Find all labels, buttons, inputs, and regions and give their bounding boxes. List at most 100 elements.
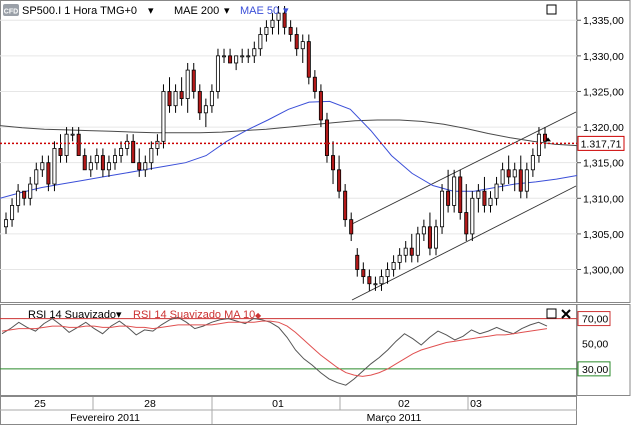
candle-body xyxy=(4,219,9,228)
current-price-tag: 1.317,71 xyxy=(577,135,625,151)
candle-body xyxy=(234,55,239,64)
candle-body xyxy=(440,190,445,228)
rsi-ma-label[interactable]: RSI 14 Suavizado MA 10 xyxy=(133,309,255,321)
candle-body xyxy=(379,276,384,285)
candle-body xyxy=(252,48,257,57)
candle xyxy=(458,169,463,220)
candle-body xyxy=(58,148,63,156)
candle-body xyxy=(52,148,57,185)
rsi-ma-menu-icon[interactable]: ◆ xyxy=(255,311,262,320)
price-tick-label: 1,330,00 xyxy=(583,51,624,63)
candle-body xyxy=(482,190,487,206)
candle-body xyxy=(215,55,220,92)
candle-body xyxy=(179,91,184,99)
candle-body xyxy=(306,41,311,78)
candle-body xyxy=(494,183,499,199)
instrument-label[interactable]: SP500.I 1 Hora TMG+0 xyxy=(22,5,137,17)
trading-chart: 1,335,00 1,330,00 1,325,00 1,320,00 1,315,00… xyxy=(0,0,631,425)
candle-body xyxy=(76,133,81,156)
candle-body xyxy=(70,133,75,136)
month-label: Fevereiro 2011 xyxy=(70,412,140,424)
current-price-value: 1.317,71 xyxy=(581,138,622,150)
candle-body xyxy=(191,69,196,92)
instrument-dropdown-icon[interactable]: ▾ xyxy=(148,5,154,17)
candle-body xyxy=(131,140,136,164)
price-panel-frame xyxy=(0,0,577,303)
candle-body xyxy=(197,91,202,114)
candle-body xyxy=(421,226,426,235)
candle-body xyxy=(433,226,438,249)
candle-body xyxy=(488,197,493,206)
candle-body xyxy=(185,69,190,99)
candle-body xyxy=(337,169,342,192)
day-label: 03 xyxy=(470,398,482,410)
mae200-dropdown-icon[interactable]: ▾ xyxy=(224,5,230,17)
candle xyxy=(324,112,329,163)
candle-body xyxy=(536,133,541,156)
candle-body xyxy=(524,169,529,192)
price-tick-label: 1,315,00 xyxy=(583,158,624,170)
maximize-icon[interactable] xyxy=(546,4,557,15)
candle xyxy=(52,141,57,192)
candle-body xyxy=(294,34,299,50)
candle-body xyxy=(427,226,432,249)
candle-body xyxy=(530,155,535,171)
price-tick-label: 1,310,00 xyxy=(583,193,624,205)
candle-body xyxy=(240,55,245,58)
candle-body xyxy=(155,140,160,149)
candle-body xyxy=(318,91,323,121)
candle xyxy=(161,84,166,149)
candle-body xyxy=(246,55,251,58)
candle-body xyxy=(209,91,214,107)
candle-body xyxy=(367,276,372,285)
candle xyxy=(306,34,311,85)
candle-body xyxy=(106,162,111,171)
candle-body xyxy=(10,205,15,221)
candle-body xyxy=(64,133,69,156)
rsi-label[interactable]: RSI 14 Suavizado xyxy=(28,309,116,321)
candle xyxy=(470,191,475,242)
candle-body xyxy=(312,76,317,92)
candle-body xyxy=(397,254,402,263)
candle-body xyxy=(464,212,469,235)
candle-body xyxy=(125,140,130,149)
candle-body xyxy=(288,26,293,35)
candle-body xyxy=(28,183,33,199)
candle-body xyxy=(161,91,166,142)
candle-body xyxy=(113,155,118,164)
candle-body xyxy=(349,219,354,235)
candle-body xyxy=(391,261,396,270)
price-tick-label: 1,300,00 xyxy=(583,265,624,277)
candle-body xyxy=(16,190,21,206)
day-label: 01 xyxy=(272,398,284,410)
candle-body xyxy=(22,190,27,199)
day-label: 28 xyxy=(144,398,156,410)
candle xyxy=(440,184,445,234)
rsi-dropdown-icon[interactable]: ▾ xyxy=(116,309,122,321)
candle-body xyxy=(403,247,408,256)
mae50-label[interactable]: MAE 50 xyxy=(240,5,279,17)
rsi-tick-label: 30,00 xyxy=(582,364,608,376)
candle-body xyxy=(119,148,124,156)
candle-body xyxy=(500,169,505,185)
candle-body xyxy=(324,119,329,156)
price-tick-label: 1,335,00 xyxy=(583,15,624,27)
mae50-dropdown-icon[interactable]: ▾ xyxy=(283,5,289,17)
candle-body xyxy=(82,155,87,171)
candle-body xyxy=(137,162,142,171)
price-tick-label: 1,320,00 xyxy=(583,122,624,134)
candle-body xyxy=(373,283,378,286)
candle-body xyxy=(355,254,360,270)
candle-body xyxy=(476,190,481,199)
rsi-maximize-icon[interactable] xyxy=(546,308,557,319)
day-label: 02 xyxy=(398,398,410,410)
candle-body xyxy=(40,162,45,171)
candle-body xyxy=(149,148,154,164)
candle-body xyxy=(203,105,208,114)
candle-body xyxy=(228,55,233,64)
rsi-header: RSI 14 Suavizado ▾ RSI 14 Suavizado MA 1… xyxy=(28,309,262,321)
price-tick-label: 1,305,00 xyxy=(583,229,624,241)
candle-body xyxy=(222,55,227,58)
mae200-label[interactable]: MAE 200 xyxy=(174,5,219,17)
candle-body xyxy=(343,190,348,221)
